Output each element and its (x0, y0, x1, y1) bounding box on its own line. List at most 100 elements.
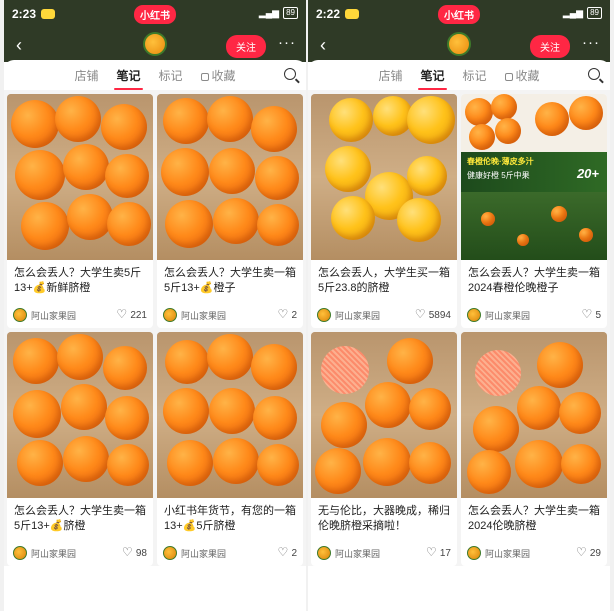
note-image (157, 332, 303, 498)
note-title: 小红书年货节，有您的一箱13+💰5斤脐橙 (164, 505, 296, 532)
tab-favorites[interactable]: 收藏 (199, 67, 238, 84)
tab-favorites-label: 收藏 (211, 68, 236, 83)
shop-avatar[interactable] (143, 32, 167, 56)
banner-line1: 春橙伦晚·薄皮多汁 (467, 157, 534, 166)
note-card[interactable]: 怎么会丢人？大学生卖一箱5斤13+💰脐橙 阿山家果园 98 (7, 332, 153, 566)
note-card[interactable]: 小红书年货节，有您的一箱13+💰5斤脐橙 阿山家果园 2 (157, 332, 303, 566)
avatar[interactable] (317, 308, 331, 322)
heart-icon[interactable] (116, 307, 127, 321)
banner-line2: 健康好橙 5斤中果 (467, 171, 530, 180)
shop-avatar[interactable] (447, 32, 471, 56)
avatar[interactable] (467, 308, 481, 322)
author-name[interactable]: 阿山家果园 (335, 309, 415, 322)
note-image (157, 94, 303, 260)
heart-icon[interactable] (581, 307, 592, 321)
status-bar: 2:22 小红书 ▂▄▆ 89 (308, 0, 610, 28)
app-badge: 小红书 (134, 5, 176, 24)
heart-icon[interactable] (277, 545, 288, 559)
system-icons: ▂▄▆ 89 (563, 7, 602, 19)
author-name[interactable]: 阿山家果园 (31, 309, 116, 322)
note-card[interactable]: 怎么会丢人？大学生卖5斤13+💰新鲜脐橙 阿山家果园 221 (7, 94, 153, 328)
note-card[interactable]: 怎么会丢人，大学生买一箱5斤23.8的脐橙 阿山家果园 5894 (311, 94, 457, 328)
note-meta: 阿山家果园 5894 (317, 307, 451, 322)
tab-notes[interactable]: 笔记 (114, 67, 143, 90)
heart-icon[interactable] (426, 545, 437, 559)
note-image: 春橙伦晚·薄皮多汁 健康好橙 5斤中果 20+ (461, 94, 607, 260)
avatar[interactable] (467, 546, 481, 560)
banner-price: 20+ (576, 166, 599, 181)
note-title: 无与伦比，大器晚成，稀归伦晚脐橙采摘啦！ (318, 505, 450, 532)
note-meta: 阿山家果园 98 (13, 545, 147, 560)
tab-favorites-label: 收藏 (515, 68, 540, 83)
author-name[interactable]: 阿山家果园 (485, 547, 576, 560)
heart-icon[interactable] (576, 545, 587, 559)
avatar[interactable] (163, 546, 177, 560)
tab-notes[interactable]: 笔记 (418, 67, 447, 90)
author-name[interactable]: 阿山家果园 (31, 547, 122, 560)
signal-icon: ▂▄▆ (562, 7, 584, 18)
avatar[interactable] (163, 308, 177, 322)
comparison-canvas: 2:23 小红书 ▂▄▆ 89 ‹ 关注 ··· 店铺 笔记 标记 收藏 怎么会… (0, 0, 614, 611)
note-meta: 阿山家果园 2 (163, 307, 297, 322)
note-meta: 阿山家果园 221 (13, 307, 147, 322)
like-count: 5894 (428, 309, 451, 321)
note-meta: 阿山家果园 2 (163, 545, 297, 560)
notification-icon (41, 9, 56, 19)
tab-shop[interactable]: 店铺 (72, 67, 100, 84)
app-badge: 小红书 (438, 5, 480, 24)
note-card[interactable]: 怎么会丢人？大学生卖一箱2024伦晚脐橙 阿山家果园 29 (461, 332, 607, 566)
note-title: 怎么会丢人？大学生卖一箱5斤13+💰橙子 (164, 267, 296, 294)
note-image (461, 332, 607, 498)
note-title: 怎么会丢人？大学生卖一箱2024春橙伦晚橙子 (468, 267, 600, 294)
author-name[interactable]: 阿山家果园 (181, 309, 277, 322)
like-count: 17 (439, 547, 451, 559)
screen-right: 2:22 小红书 ▂▄▆ 89 ‹ 关注 ··· 店铺 笔记 标记 收藏 怎么会… (308, 0, 610, 611)
shop-header: ‹ 关注 ··· (308, 28, 610, 62)
note-title: 怎么会丢人？大学生卖一箱5斤13+💰脐橙 (14, 505, 146, 532)
author-name[interactable]: 阿山家果园 (485, 309, 581, 322)
tab-favorites[interactable]: 收藏 (503, 67, 542, 84)
tab-marks[interactable]: 标记 (461, 67, 489, 84)
like-count: 98 (135, 547, 147, 559)
tab-shop[interactable]: 店铺 (376, 67, 404, 84)
tab-bar: 店铺 笔记 标记 收藏 (308, 60, 610, 90)
like-count: 5 (595, 309, 601, 321)
note-card[interactable]: 无与伦比，大器晚成，稀归伦晚脐橙采摘啦！ 阿山家果园 17 (311, 332, 457, 566)
shop-header: ‹ 关注 ··· (4, 28, 306, 62)
note-image (7, 94, 153, 260)
like-count: 221 (130, 309, 147, 321)
search-icon[interactable] (284, 68, 296, 80)
heart-icon[interactable] (415, 307, 426, 321)
heart-icon[interactable] (122, 545, 133, 559)
notification-icon (345, 9, 360, 19)
more-icon[interactable]: ··· (582, 34, 600, 51)
avatar[interactable] (317, 546, 331, 560)
like-count: 2 (291, 547, 297, 559)
note-card[interactable]: 春橙伦晚·薄皮多汁 健康好橙 5斤中果 20+ 怎么会丢人？大学生卖一箱2024… (461, 94, 607, 328)
search-icon[interactable] (588, 68, 600, 80)
note-title: 怎么会丢人？大学生卖5斤13+💰新鲜脐橙 (14, 267, 142, 294)
note-title: 怎么会丢人，大学生买一箱5斤23.8的脐橙 (318, 267, 450, 294)
more-icon[interactable]: ··· (278, 34, 296, 51)
heart-icon[interactable] (277, 307, 288, 321)
author-name[interactable]: 阿山家果园 (181, 547, 277, 560)
note-image (311, 332, 457, 498)
tab-bar: 店铺 笔记 标记 收藏 (4, 60, 306, 90)
status-time: 2:22 (316, 7, 341, 21)
note-card[interactable]: 怎么会丢人？大学生卖一箱5斤13+💰橙子 阿山家果园 2 (157, 94, 303, 328)
battery-indicator: 89 (283, 7, 298, 19)
like-count: 2 (291, 309, 297, 321)
follow-button[interactable]: 关注 (530, 35, 570, 58)
chevron-left-icon[interactable]: ‹ (308, 35, 338, 56)
note-title: 怎么会丢人？大学生卖一箱2024伦晚脐橙 (468, 505, 600, 532)
avatar[interactable] (13, 308, 27, 322)
tab-marks[interactable]: 标记 (157, 67, 185, 84)
screen-left: 2:23 小红书 ▂▄▆ 89 ‹ 关注 ··· 店铺 笔记 标记 收藏 怎么会… (4, 0, 306, 611)
avatar[interactable] (13, 546, 27, 560)
status-time: 2:23 (12, 7, 37, 21)
author-name[interactable]: 阿山家果园 (335, 547, 426, 560)
notes-grid: 怎么会丢人？大学生卖5斤13+💰新鲜脐橙 阿山家果园 221 (4, 90, 306, 566)
note-meta: 阿山家果园 29 (467, 545, 601, 560)
follow-button[interactable]: 关注 (226, 35, 266, 58)
chevron-left-icon[interactable]: ‹ (4, 35, 34, 56)
